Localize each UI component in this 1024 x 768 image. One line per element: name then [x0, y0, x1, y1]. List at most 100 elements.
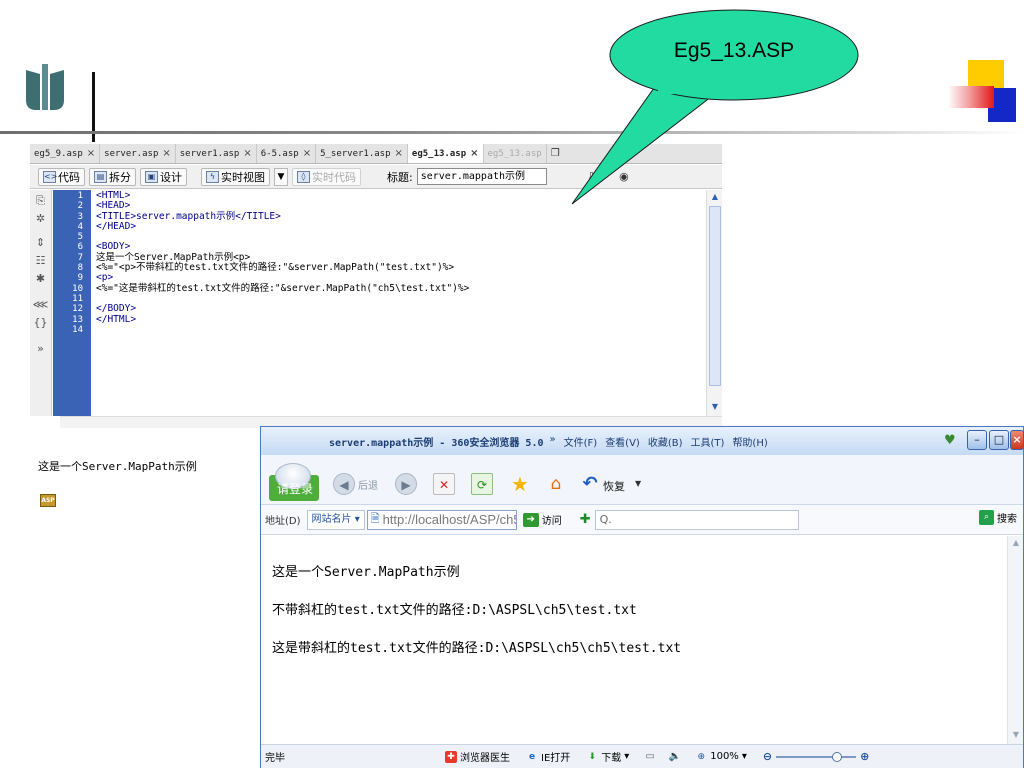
- design-view-icon: ▣: [145, 170, 158, 183]
- preview-in-browser-icon[interactable]: ◉: [619, 170, 629, 183]
- back-label[interactable]: 后退: [358, 477, 378, 492]
- editor-tab[interactable]: server1.asp ×: [176, 144, 257, 163]
- menu-view[interactable]: 查看(V): [605, 434, 640, 449]
- menu-file[interactable]: 文件(F): [564, 434, 598, 449]
- forward-arrow-icon[interactable]: ▶: [395, 473, 417, 495]
- zoom-out-icon[interactable]: ⊖: [763, 750, 772, 763]
- code-line: </HTML>: [96, 313, 137, 325]
- slide-title-rule: [0, 131, 1024, 134]
- editor-tab-active[interactable]: eg5_13.asp ×: [407, 144, 484, 163]
- more-chevron-icon[interactable]: »: [33, 342, 49, 356]
- live-code-icon: ◊: [297, 170, 310, 183]
- home-icon[interactable]: ⌂: [545, 473, 567, 495]
- collapse-selection-icon[interactable]: ⇕: [33, 236, 49, 250]
- content-line: 不带斜杠的test.txt文件的路径:D:\ASPSL\ch5\test.txt: [272, 603, 637, 618]
- live-view-button[interactable]: ϟ 实时视图: [201, 167, 270, 186]
- scroll-up-icon[interactable]: ▲: [708, 192, 722, 204]
- close-icon[interactable]: ×: [243, 144, 251, 163]
- back-arrow-icon[interactable]: ◀: [333, 473, 355, 495]
- split-view-label: 拆分: [109, 170, 131, 184]
- editor-tab[interactable]: 6-5.asp ×: [257, 144, 317, 163]
- split-view-button[interactable]: ▤ 拆分: [89, 167, 136, 186]
- search-button[interactable]: ⌕ 搜索: [979, 510, 1017, 525]
- refresh-icon[interactable]: ⟳: [471, 473, 493, 495]
- close-button[interactable]: ×: [1010, 430, 1024, 450]
- editor-tab[interactable]: eg5_9.asp ×: [30, 144, 101, 163]
- open-documents-icon[interactable]: ⎘: [33, 194, 49, 208]
- url-input[interactable]: 🗎 http://localhost/ASP/ch5/eg5 ▼: [366, 509, 517, 530]
- close-icon[interactable]: ×: [395, 144, 403, 163]
- scroll-up-icon[interactable]: ▲: [1010, 538, 1022, 550]
- close-icon[interactable]: ×: [303, 144, 311, 163]
- close-icon[interactable]: ×: [87, 144, 95, 163]
- maximize-button[interactable]: □: [989, 430, 1009, 450]
- code-view-button[interactable]: <> 代码: [38, 167, 85, 186]
- stop-icon[interactable]: ✕: [433, 473, 455, 495]
- page-vertical-scrollbar[interactable]: ▲ ▼: [1007, 536, 1023, 744]
- editor-tab[interactable]: server.asp ×: [100, 144, 176, 163]
- zoom-knob[interactable]: [832, 751, 843, 762]
- callout-label: Eg5_13.ASP: [673, 39, 795, 62]
- live-view-dropdown[interactable]: ▼: [274, 167, 288, 186]
- apply-comment-icon[interactable]: ⋘: [33, 298, 49, 312]
- asp-code-icon[interactable]: ASP: [40, 494, 56, 507]
- go-arrow-icon: ➔: [522, 512, 539, 527]
- collapse-tag-icon[interactable]: ✲: [33, 212, 49, 226]
- file-management-icon[interactable]: ⇩⇧: [587, 170, 605, 183]
- skin-icon[interactable]: ♥: [944, 433, 956, 448]
- window-icon[interactable]: ▭: [645, 751, 654, 762]
- zoom-slider[interactable]: [776, 751, 857, 762]
- zoom-button[interactable]: ⊕ 100% ▾: [695, 751, 746, 763]
- favorite-star-icon[interactable]: ★: [509, 473, 531, 495]
- line-number: 14: [72, 324, 83, 335]
- line-number: 13: [72, 314, 83, 325]
- scroll-down-icon[interactable]: ▼: [1010, 730, 1022, 742]
- code-editor[interactable]: <HTML> <HEAD> <TITLE>server.mappath示例</TIT…: [96, 190, 706, 416]
- expand-all-icon[interactable]: ☷: [33, 254, 49, 268]
- restore-label[interactable]: 恢复: [603, 478, 625, 494]
- line-number: 11: [72, 293, 83, 304]
- select-parent-tag-icon[interactable]: ✱: [33, 272, 49, 286]
- menu-help[interactable]: 帮助(H): [732, 434, 767, 449]
- menu-tools[interactable]: 工具(T): [691, 434, 725, 449]
- editor-tab[interactable]: 5_server1.asp ×: [316, 144, 408, 163]
- wrap-tag-icon[interactable]: {}: [33, 316, 49, 330]
- zoom-in-icon[interactable]: ⊕: [860, 750, 869, 763]
- ie-open-button[interactable]: e IE打开: [526, 749, 571, 765]
- ie-open-label: IE打开: [541, 753, 571, 764]
- close-icon[interactable]: ×: [162, 144, 170, 163]
- browser-doctor-button[interactable]: ✚ 浏览器医生: [445, 749, 510, 764]
- status-text: 完毕: [265, 753, 285, 764]
- minimize-button[interactable]: –: [967, 430, 987, 450]
- browser-title-bar: server.mappath示例 - 360安全浏览器 5.0 » 文件(F) …: [261, 427, 1024, 455]
- scroll-down-icon[interactable]: ▼: [708, 402, 722, 414]
- design-view-button[interactable]: ▣ 设计: [140, 167, 187, 186]
- close-icon[interactable]: ×: [470, 144, 478, 163]
- restore-arrow-icon[interactable]: ↶: [579, 473, 601, 495]
- speaker-icon[interactable]: 🔈: [669, 751, 681, 762]
- menu-chevron-icon[interactable]: »: [550, 434, 556, 449]
- slide-logo: [26, 64, 64, 110]
- editor-tab-overflow[interactable]: eg5_13.asp: [484, 144, 547, 163]
- search-input[interactable]: Q.: [594, 509, 799, 530]
- code-line: <%="这是带斜杠的test.txt文件的路径:"&server.MapPath…: [96, 282, 470, 294]
- site-card-button[interactable]: 网站名片 ▾: [306, 509, 365, 530]
- go-button[interactable]: ➔ 访问: [522, 512, 562, 527]
- address-bar: 地址(D) 网站名片 ▾ 🗎 http://localhost/ASP/ch5/…: [261, 505, 1023, 535]
- line-number: 9: [77, 273, 83, 284]
- restore-window-icon[interactable]: ❐: [547, 148, 564, 159]
- menu-favorites[interactable]: 收藏(B): [648, 434, 683, 449]
- page-content: 这是一个Server.MapPath示例 不带斜杠的test.txt文件的路径:…: [261, 536, 1007, 744]
- editor-tab-label: server.asp: [104, 148, 159, 159]
- editor-vertical-scrollbar[interactable]: ▲ ▼: [706, 190, 722, 416]
- document-title-input[interactable]: server.mappath示例: [416, 168, 547, 185]
- search-engine-icon[interactable]: ✚: [580, 512, 591, 527]
- browser-window: server.mappath示例 - 360安全浏览器 5.0 » 文件(F) …: [260, 426, 1024, 768]
- live-code-button[interactable]: ◊ 实时代码: [292, 167, 361, 186]
- line-number: 3: [77, 211, 83, 222]
- chevron-down-icon[interactable]: ▼: [635, 479, 641, 488]
- scroll-thumb[interactable]: [709, 206, 721, 386]
- line-number: 10: [72, 283, 83, 294]
- download-button[interactable]: ⬇ 下载 ▾: [586, 749, 630, 764]
